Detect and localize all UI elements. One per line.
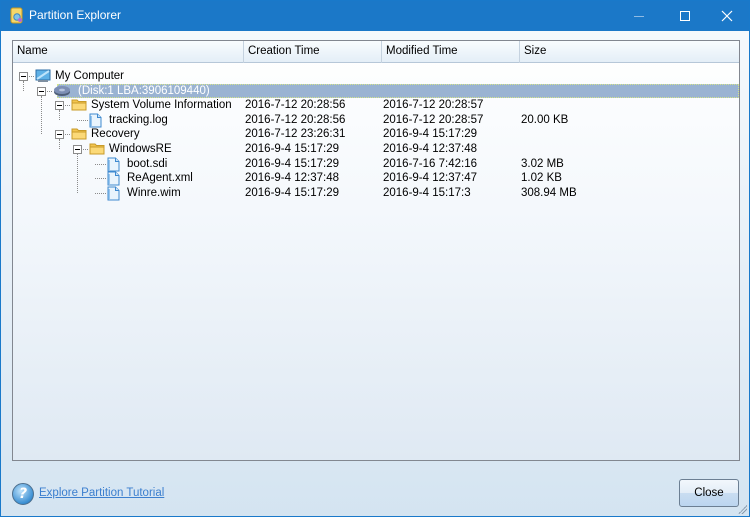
- modified-time-cell: 2016-9-4 15:17:3: [383, 186, 471, 199]
- creation-time-cell: 2016-9-4 15:17:29: [245, 157, 339, 170]
- tree-row[interactable]: WindowsRE 2016-9-4 15:17:29 2016-9-4 12:37…: [13, 142, 739, 156]
- modified-time-cell: 2016-9-4 12:37:48: [383, 143, 477, 155]
- item-name: ReAgent.xml: [127, 172, 193, 185]
- tree-connector-line: [65, 105, 70, 107]
- column-header-creation-time[interactable]: Creation Time: [244, 41, 382, 63]
- tree-guide-line: [23, 81, 24, 91]
- column-header-name[interactable]: Name: [13, 41, 244, 63]
- maximize-icon: [680, 11, 690, 21]
- item-name: Recovery: [91, 128, 140, 141]
- item-name: Winre.wim: [127, 186, 181, 199]
- size-cell: 3.02 MB: [521, 157, 564, 170]
- collapse-toggle-icon[interactable]: [37, 86, 46, 96]
- tree-row[interactable]: (Disk:1 LBA:3906109440): [37, 83, 739, 98]
- modified-time-cell: 2016-7-16 7:42:16: [383, 157, 477, 170]
- tree-connector-line: [95, 178, 106, 180]
- explore-partition-tutorial-link[interactable]: Explore Partition Tutorial: [39, 487, 164, 499]
- dialog-client-area: Name Creation Time Modified Time Size My…: [1, 31, 749, 516]
- partition-explorer-window: Partition Explorer Name Creation Time Mo…: [0, 0, 750, 517]
- item-name: tracking.log: [109, 113, 168, 126]
- partition-app-icon: [10, 7, 23, 24]
- close-window-button[interactable]: [704, 1, 750, 31]
- creation-time-cell: 2016-9-4 15:17:29: [245, 186, 339, 199]
- tree-row[interactable]: My Computer: [13, 69, 739, 83]
- item-name: System Volume Information: [91, 99, 232, 112]
- creation-time-cell: 2016-7-12 23:26:31: [245, 128, 346, 141]
- column-header-row: Name Creation Time Modified Time Size: [13, 41, 739, 63]
- tree-row[interactable]: System Volume Information 2016-7-12 20:28…: [13, 98, 739, 112]
- tree-guide-line: [59, 110, 60, 120]
- tree-row[interactable]: Winre.wim 2016-9-4 15:17:29 2016-9-4 15:17…: [13, 186, 739, 201]
- title-bar[interactable]: Partition Explorer: [1, 1, 749, 31]
- tree-guide-line: [41, 95, 42, 135]
- tree-row[interactable]: ReAgent.xml 2016-9-4 12:37:48 2016-9-4 12:…: [13, 171, 739, 186]
- collapse-toggle-icon[interactable]: [19, 72, 28, 81]
- minimize-icon: [634, 15, 644, 17]
- column-header-modified-time[interactable]: Modified Time: [382, 41, 520, 63]
- close-icon: [721, 10, 733, 22]
- tree-connector-line: [95, 163, 106, 165]
- close-button[interactable]: Close: [679, 479, 739, 507]
- creation-time-cell: 2016-7-12 20:28:56: [245, 99, 346, 112]
- modified-time-cell: 2016-7-12 20:28:57: [383, 99, 484, 112]
- tree-connector-line: [95, 192, 106, 194]
- modified-time-cell: 2016-9-4 12:37:47: [383, 172, 477, 185]
- creation-time-cell: 2016-9-4 15:17:29: [245, 143, 339, 155]
- window-title: Partition Explorer: [29, 8, 122, 22]
- modified-time-cell: 2016-7-12 20:28:57: [383, 113, 484, 126]
- creation-time-cell: 2016-9-4 12:37:48: [245, 172, 339, 185]
- modified-time-cell: 2016-9-4 15:17:29: [383, 128, 477, 141]
- item-name: boot.sdi: [127, 157, 168, 170]
- collapse-toggle-icon[interactable]: [55, 130, 64, 140]
- resize-grip[interactable]: [737, 504, 747, 514]
- maximize-button[interactable]: [662, 1, 708, 31]
- tree-connector-line: [65, 134, 70, 136]
- tree-connector-line: [47, 90, 52, 92]
- creation-time-cell: 2016-7-12 20:28:56: [245, 113, 346, 126]
- item-name: (Disk:1 LBA:3906109440): [78, 84, 210, 97]
- tree-row[interactable]: boot.sdi 2016-9-4 15:17:29 2016-7-16 7:42:…: [13, 157, 739, 172]
- computer-icon: [35, 69, 51, 87]
- tree-connector-line: [83, 149, 88, 150]
- tree-guide-line: [77, 154, 78, 193]
- tree-connector-line: [29, 76, 34, 77]
- item-name: WindowsRE: [109, 143, 172, 155]
- tree-row[interactable]: tracking.log 2016-7-12 20:28:56 2016-7-12 …: [13, 113, 739, 128]
- collapse-toggle-icon[interactable]: [73, 145, 82, 154]
- tree-connector-line: [77, 119, 88, 121]
- item-name: My Computer: [55, 70, 125, 82]
- size-cell: 20.00 KB: [521, 113, 569, 126]
- tree-guide-line: [59, 139, 60, 149]
- tree-row[interactable]: Recovery 2016-7-12 23:26:31 2016-9-4 15:17…: [13, 127, 739, 141]
- size-cell: 308.94 MB: [521, 186, 577, 199]
- partition-tree-list[interactable]: Name Creation Time Modified Time Size My…: [12, 40, 740, 461]
- help-icon[interactable]: ?: [12, 483, 34, 505]
- size-cell: 1.02 KB: [521, 172, 562, 185]
- minimize-button[interactable]: [616, 1, 662, 31]
- collapse-toggle-icon[interactable]: [55, 101, 64, 111]
- file-icon: [107, 186, 120, 205]
- column-header-size[interactable]: Size: [520, 41, 739, 63]
